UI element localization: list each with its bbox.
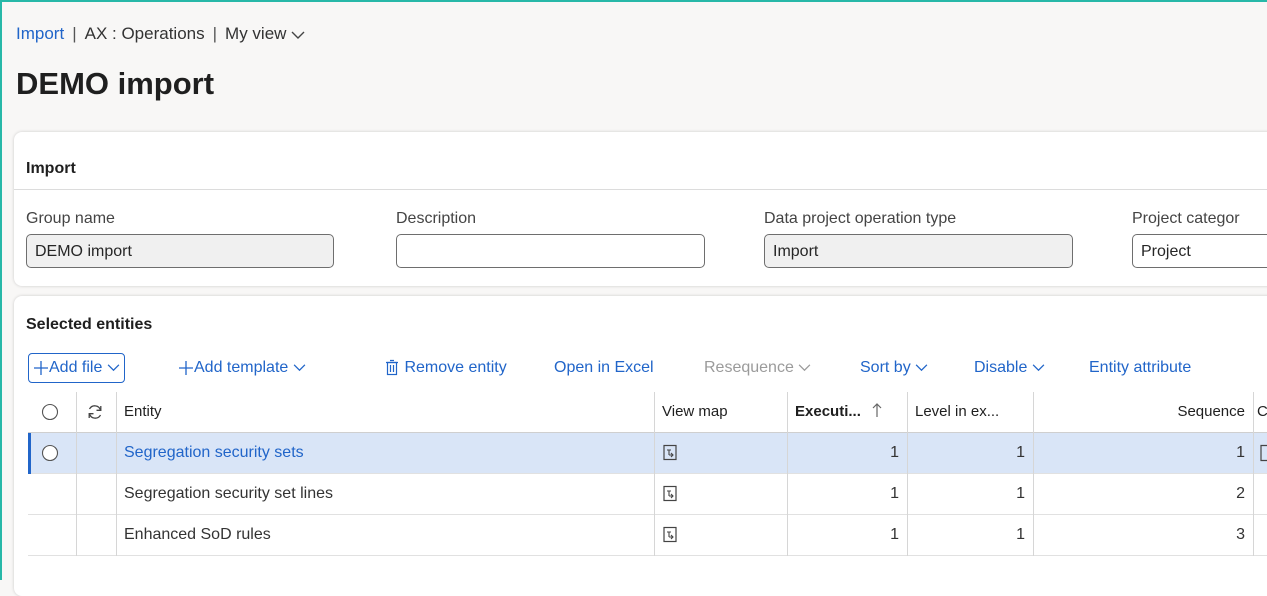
selected-entities-fasttab: Selected entities Add file Add template … [14, 296, 1267, 596]
column-header-level[interactable]: Level in ex... [907, 392, 1033, 432]
column-header-entity[interactable]: Entity [116, 392, 654, 432]
column-header-execution-label: Executi... [795, 403, 861, 420]
execution-unit-cell[interactable]: 1 [787, 433, 907, 473]
trash-icon [386, 360, 398, 376]
description-label: Description [396, 210, 477, 227]
column-divider [76, 433, 77, 474]
level-cell[interactable]: 1 [907, 474, 1033, 514]
view-map-button[interactable] [654, 433, 787, 473]
refresh-button[interactable] [76, 392, 116, 432]
project-category-field[interactable]: Project [1132, 234, 1267, 268]
entity-cell[interactable]: Enhanced SoD rules [116, 515, 654, 555]
column-header-overflow[interactable]: C [1253, 392, 1267, 432]
view-map-icon [663, 527, 677, 543]
add-template-label: Add template [194, 359, 289, 376]
select-all-checkbox[interactable] [28, 392, 76, 432]
row-select-radio[interactable] [28, 433, 76, 473]
project-category-label: Project categor [1132, 210, 1240, 227]
import-fasttab: Import Group name DEMO import Descriptio… [14, 132, 1267, 286]
view-map-button[interactable] [654, 474, 787, 514]
add-template-button[interactable]: Add template [178, 353, 306, 383]
selected-entities-title[interactable]: Selected entities [26, 316, 152, 334]
plus-icon [179, 360, 193, 375]
sort-by-button[interactable]: Sort by [860, 353, 928, 383]
chevron-down-icon [107, 364, 120, 372]
refresh-icon [88, 405, 102, 419]
chevron-down-icon [291, 31, 305, 39]
radio-icon [41, 444, 59, 461]
overflow-checkbox[interactable] [1253, 433, 1267, 473]
entity-attribute-button[interactable]: Entity attribute [1089, 353, 1191, 383]
breadcrumb-separator: | [72, 24, 77, 43]
disable-label: Disable [974, 359, 1028, 376]
breadcrumb-import-link[interactable]: Import [16, 24, 64, 43]
chevron-down-icon [293, 364, 306, 372]
view-selector[interactable]: My view [225, 24, 305, 43]
resequence-label: Resequence [704, 359, 794, 376]
column-divider [1253, 515, 1254, 556]
table-row[interactable]: Segregation security sets 1 1 1 [28, 433, 1267, 474]
section-divider [14, 189, 1267, 190]
operation-type-field[interactable]: Import [764, 234, 1073, 268]
execution-unit-cell[interactable]: 1 [787, 474, 907, 514]
group-name-label: Group name [26, 210, 115, 227]
chevron-down-icon [798, 364, 811, 372]
view-map-icon [663, 486, 677, 502]
breadcrumb: Import | AX : Operations | My view [16, 24, 305, 44]
remove-entity-button[interactable]: Remove entity [384, 353, 507, 383]
resequence-button[interactable]: Resequence [704, 353, 811, 383]
column-header-execution[interactable]: Executi... [787, 392, 907, 432]
sequence-cell[interactable]: 3 [1033, 515, 1253, 555]
view-map-icon [663, 445, 677, 461]
description-field[interactable] [396, 234, 705, 268]
open-in-excel-label: Open in Excel [554, 359, 654, 376]
view-selector-label: My view [225, 24, 287, 43]
view-map-button[interactable] [654, 515, 787, 555]
column-header-sequence[interactable]: Sequence [1033, 392, 1253, 432]
table-row[interactable]: Segregation security set lines 1 1 2 [28, 474, 1267, 515]
entity-cell[interactable]: Segregation security set lines [116, 474, 654, 514]
table-row[interactable]: Enhanced SoD rules 1 1 3 [28, 515, 1267, 556]
remove-entity-label: Remove entity [404, 359, 507, 376]
entity-attribute-label: Entity attribute [1089, 359, 1192, 376]
radio-icon [41, 403, 59, 421]
column-divider [1253, 474, 1254, 515]
page-title: DEMO import [16, 66, 215, 101]
add-file-button[interactable]: Add file [28, 353, 125, 383]
sequence-cell[interactable]: 1 [1033, 433, 1253, 473]
sort-by-label: Sort by [860, 359, 911, 376]
level-cell[interactable]: 1 [907, 433, 1033, 473]
execution-unit-cell[interactable]: 1 [787, 515, 907, 555]
entity-link[interactable]: Segregation security sets [116, 433, 654, 473]
group-name-field[interactable]: DEMO import [26, 234, 334, 268]
level-cell[interactable]: 1 [907, 515, 1033, 555]
plus-icon [34, 360, 48, 375]
breadcrumb-separator: | [212, 24, 218, 43]
chevron-down-icon [1032, 364, 1045, 372]
column-divider [76, 515, 77, 556]
sequence-cell[interactable]: 2 [1033, 474, 1253, 514]
checkbox-icon [1260, 444, 1267, 461]
column-header-view-map[interactable]: View map [654, 392, 787, 432]
grid-header: Entity View map Executi... Level in ex..… [28, 392, 1267, 433]
column-divider [76, 474, 77, 515]
open-in-excel-button[interactable]: Open in Excel [554, 353, 654, 383]
breadcrumb-company[interactable]: AX : Operations [85, 24, 205, 43]
import-section-title[interactable]: Import [26, 160, 76, 178]
entities-toolbar: Add file Add template Remove entity Open… [28, 353, 1267, 383]
add-file-label: Add file [49, 359, 103, 376]
disable-button[interactable]: Disable [974, 353, 1045, 383]
chevron-down-icon [915, 364, 928, 372]
sort-up-icon [872, 403, 882, 417]
operation-type-label: Data project operation type [764, 210, 957, 227]
